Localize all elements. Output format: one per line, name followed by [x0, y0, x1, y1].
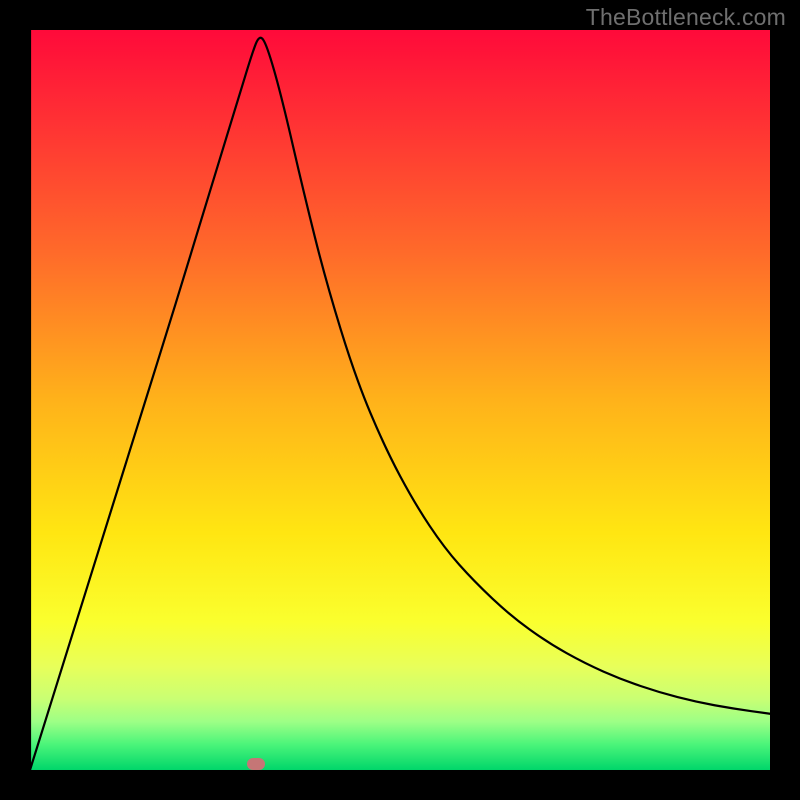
watermark-text: TheBottleneck.com: [586, 4, 786, 31]
chart-frame: TheBottleneck.com: [0, 0, 800, 800]
bottleneck-curve: [30, 30, 770, 770]
curve-path: [30, 24, 770, 770]
optimum-marker: [247, 758, 265, 770]
